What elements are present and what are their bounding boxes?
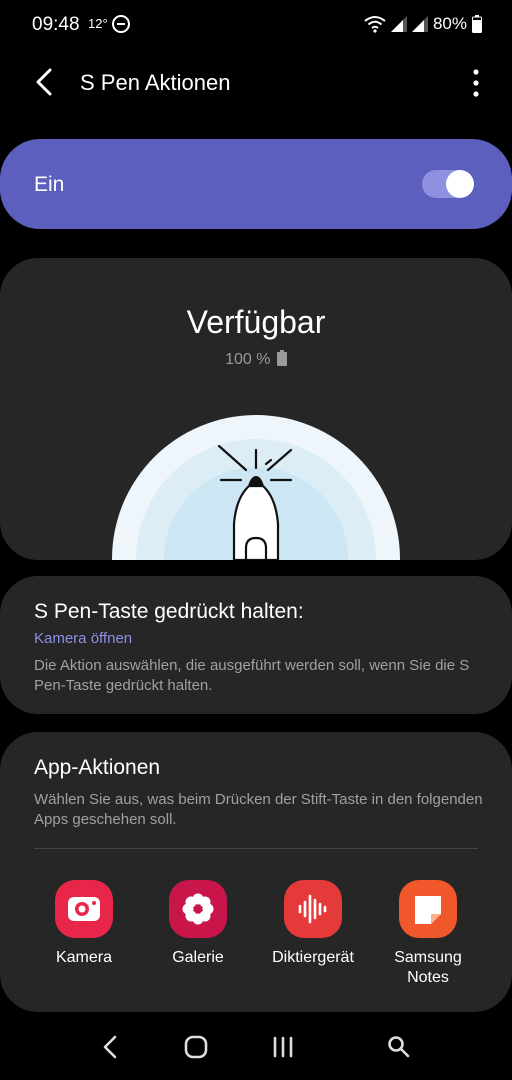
- status-time: 09:48: [32, 14, 80, 35]
- nav-home-button[interactable]: [181, 1032, 211, 1062]
- status-temperature: 12°: [88, 16, 108, 31]
- app-item-samsung-notes[interactable]: Samsung Notes: [373, 880, 483, 988]
- battery-percent: 80%: [432, 14, 467, 33]
- battery-icon: [276, 350, 287, 366]
- battery-icon: [472, 15, 482, 33]
- status-bar: 09:48 12° 80%: [0, 0, 512, 50]
- note-icon: [399, 880, 457, 938]
- press-hold-title: S Pen-Taste gedrückt halten:: [34, 600, 304, 623]
- signal-icon: [411, 16, 428, 32]
- nav-recents-button[interactable]: [268, 1032, 298, 1062]
- app-item-diktiergeraet[interactable]: Diktiergerät: [258, 880, 368, 968]
- app-item-kamera[interactable]: Kamera: [29, 880, 139, 968]
- main-toggle-card[interactable]: Ein: [0, 139, 512, 229]
- page-title: S Pen Aktionen: [80, 70, 231, 95]
- pen-battery-text: 100 %: [225, 351, 271, 368]
- press-hold-value: Kamera öffnen: [34, 630, 133, 647]
- app-label: Diktiergerät: [272, 949, 354, 966]
- press-hold-setting[interactable]: S Pen-Taste gedrückt halten: Kamera öffn…: [0, 576, 512, 714]
- s-pen-illustration: [112, 415, 400, 560]
- app-label: Kamera: [55, 949, 113, 966]
- waveform-icon: [284, 880, 342, 938]
- app-label: Galerie: [172, 949, 224, 966]
- app-actions-title: App-Aktionen: [34, 756, 161, 779]
- pen-battery: 100 %: [0, 350, 512, 369]
- switch-knob: [446, 170, 474, 198]
- press-hold-description: Die Aktion auswählen, die ausgeführt wer…: [34, 657, 470, 694]
- back-button[interactable]: [28, 64, 64, 100]
- toggle-label: Ein: [34, 173, 65, 196]
- status-right-group: 80%: [364, 14, 482, 34]
- divider: [34, 848, 478, 849]
- nav-back-button[interactable]: [96, 1032, 126, 1062]
- app-actions-card: App-Aktionen Wählen Sie aus, was beim Dr…: [0, 732, 512, 1012]
- app-item-galerie[interactable]: Galerie: [143, 880, 253, 968]
- pen-status-card: Verfügbar 100 %: [0, 258, 512, 560]
- signal-icon: [390, 16, 407, 32]
- camera-icon: [55, 880, 113, 938]
- nav-search-button[interactable]: [384, 1032, 414, 1062]
- app-label: Samsung Notes: [394, 949, 462, 986]
- main-switch[interactable]: [422, 169, 474, 199]
- do-not-disturb-icon: [112, 15, 130, 33]
- pen-status-title: Verfügbar: [186, 304, 326, 340]
- wifi-icon: [364, 16, 386, 33]
- app-bar: S Pen Aktionen: [0, 50, 512, 116]
- flower-icon: [169, 880, 227, 938]
- app-actions-description: Wählen Sie aus, was beim Drücken der Sti…: [34, 791, 483, 828]
- navigation-bar: [0, 1012, 512, 1080]
- more-options-button[interactable]: [470, 68, 482, 98]
